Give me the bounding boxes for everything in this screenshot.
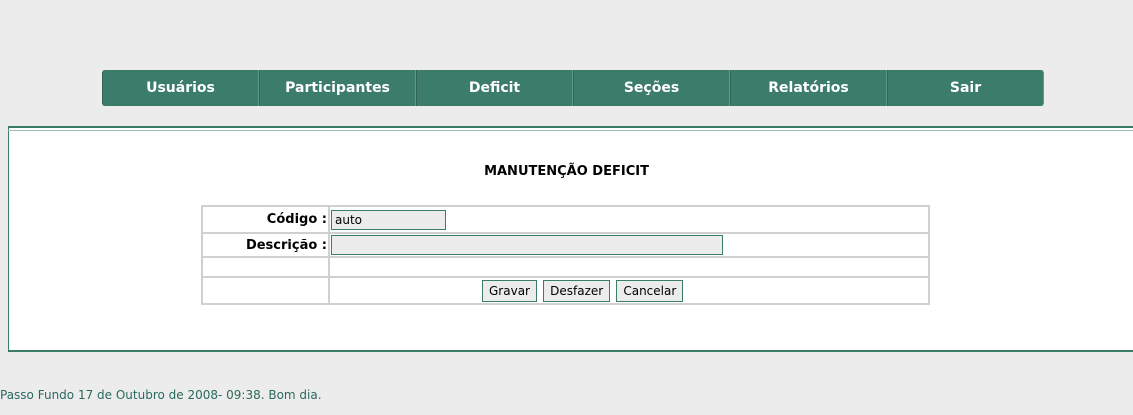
- desfazer-button[interactable]: Desfazer: [543, 279, 611, 302]
- codigo-input[interactable]: [331, 209, 446, 230]
- nav-item-deficit[interactable]: Deficit: [416, 70, 573, 106]
- nav-item-participantes[interactable]: Participantes: [259, 70, 416, 106]
- form-row-empty: [201, 256, 930, 278]
- nav-item-relatorios[interactable]: Relatórios: [730, 70, 887, 106]
- page-title: MANUTENÇÃO DEFICIT: [484, 164, 649, 179]
- form-row-codigo: Código :: [201, 205, 930, 234]
- footer-status-text: Passo Fundo 17 de Outubro de 2008- 09:38…: [0, 388, 322, 402]
- buttons-cell: Gravar Desfazer Cancelar: [328, 276, 930, 305]
- descricao-input[interactable]: [331, 235, 723, 255]
- cancelar-button[interactable]: Cancelar: [616, 279, 684, 302]
- codigo-cell: [328, 205, 930, 234]
- descricao-label: Descrição :: [201, 232, 330, 258]
- descricao-cell: [328, 232, 930, 258]
- buttons-cell-left: [201, 276, 330, 305]
- nav-item-sair[interactable]: Sair: [887, 70, 1044, 106]
- empty-cell-right: [328, 256, 930, 278]
- form-row-descricao: Descrição :: [201, 232, 930, 258]
- codigo-label: Código :: [201, 205, 330, 234]
- main-navigation: Usuários Participantes Deficit Seções Re…: [102, 70, 1044, 106]
- empty-cell-left: [201, 256, 330, 278]
- nav-item-usuarios[interactable]: Usuários: [102, 70, 259, 106]
- nav-item-secoes[interactable]: Seções: [573, 70, 730, 106]
- deficit-form: Código : Descrição : Gravar Desfazer Can…: [201, 205, 930, 305]
- form-row-buttons: Gravar Desfazer Cancelar: [201, 276, 930, 305]
- gravar-button[interactable]: Gravar: [482, 279, 537, 302]
